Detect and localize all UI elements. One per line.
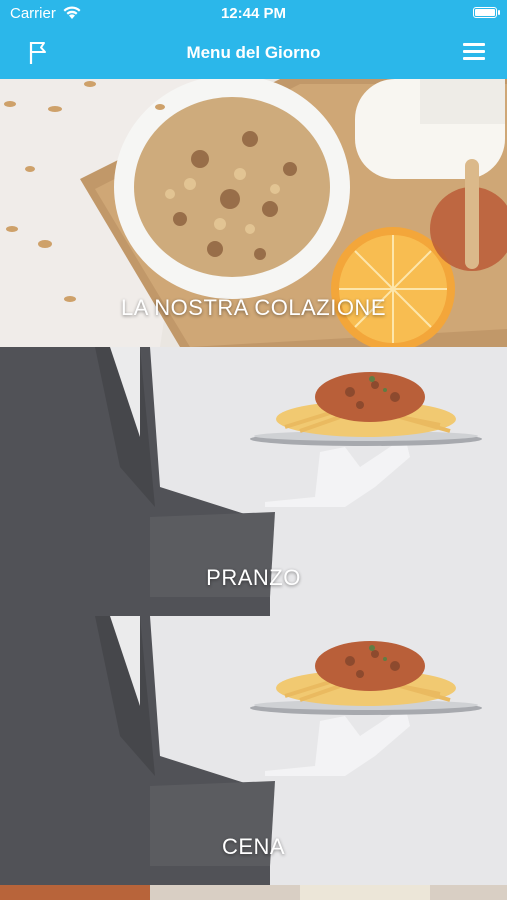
next-section-peek[interactable] <box>0 885 507 900</box>
lunch-label: PRANZO <box>206 565 301 590</box>
battery-icon <box>473 7 500 18</box>
lunch-section[interactable]: PRANZO <box>0 347 507 616</box>
dinner-section[interactable]: CENA <box>0 616 507 885</box>
nav-bar: Menu del Giorno <box>0 28 507 79</box>
dinner-label: CENA <box>221 834 286 859</box>
clock: 12:44 PM <box>220 5 287 22</box>
breakfast-label: LA NOSTRA COLAZIONE <box>120 295 386 320</box>
page-title: Menu del Giorno <box>186 43 321 62</box>
breakfast-section[interactable]: LA NOSTRA COLAZIONE <box>0 79 507 347</box>
status-bar: Carrier 12:44 PM <box>0 0 507 28</box>
hamburger-menu-icon[interactable] <box>463 43 485 63</box>
